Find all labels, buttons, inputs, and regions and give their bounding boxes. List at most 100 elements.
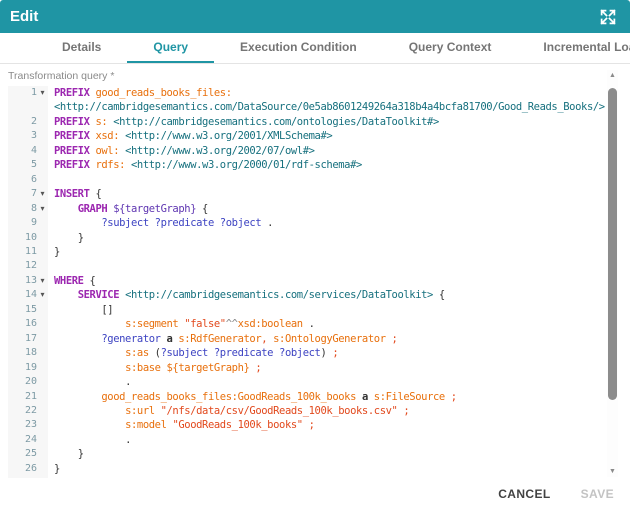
- line-number: 5: [31, 158, 37, 172]
- tab-details[interactable]: Details: [36, 33, 127, 63]
- code-text[interactable]: .: [48, 433, 618, 447]
- code-line[interactable]: 15 []: [8, 303, 618, 317]
- tab-query[interactable]: Query: [127, 33, 214, 63]
- code-line[interactable]: 8▾ GRAPH ${targetGraph} {: [8, 202, 618, 216]
- code-line[interactable]: 14▾ SERVICE <http://cambridgesemantics.c…: [8, 288, 618, 302]
- line-number: 22: [25, 404, 37, 418]
- code-text[interactable]: }: [48, 245, 618, 259]
- line-number: 10: [25, 231, 37, 245]
- code-text[interactable]: s:as (?subject ?predicate ?object) ;: [48, 346, 618, 360]
- fold-arrow-icon[interactable]: ▾: [37, 86, 48, 100]
- tab-query-context[interactable]: Query Context: [383, 33, 518, 63]
- code-text[interactable]: }: [48, 462, 618, 476]
- gutter: 1▾: [8, 86, 48, 115]
- code-line[interactable]: 1▾PREFIX good_reads_books_files:<http://…: [8, 86, 618, 115]
- code-line[interactable]: 3 PREFIX xsd: <http://www.w3.org/2001/XML…: [8, 129, 618, 143]
- code-text[interactable]: s:base ${targetGraph} ;: [48, 361, 618, 375]
- fold-arrow-icon[interactable]: ▾: [37, 187, 48, 201]
- gutter: 13▾: [8, 274, 48, 288]
- code-text[interactable]: PREFIX good_reads_books_files:<http://ca…: [48, 86, 618, 115]
- code-text[interactable]: SERVICE <http://cambridgesemantics.com/s…: [48, 288, 618, 302]
- line-number: 23: [25, 418, 37, 432]
- gutter: 8▾: [8, 202, 48, 216]
- code-text[interactable]: WHERE {: [48, 274, 618, 288]
- transformation-query-label: Transformation query *: [8, 70, 114, 82]
- code-line[interactable]: 6: [8, 173, 618, 187]
- gutter: 23: [8, 418, 48, 432]
- line-number: 14: [25, 288, 37, 302]
- code-line[interactable]: 2PREFIX s: <http://cambridgesemantics.co…: [8, 115, 618, 129]
- code-line[interactable]: 21 good_reads_books_files:GoodReads_100k…: [8, 390, 618, 404]
- code-text[interactable]: [48, 259, 618, 273]
- code-line[interactable]: 19 s:base ${targetGraph} ;: [8, 361, 618, 375]
- code-text[interactable]: INSERT {: [48, 187, 618, 201]
- code-line[interactable]: 17 ?generator a s:RdfGenerator, s:Ontolo…: [8, 332, 618, 346]
- line-number: 3: [31, 129, 37, 143]
- code-text[interactable]: ?subject ?predicate ?object .: [48, 216, 618, 230]
- code-text[interactable]: PREFIX rdfs: <http://www.w3.org/2000/01/…: [48, 158, 618, 172]
- gutter: 6: [8, 173, 48, 187]
- code-line[interactable]: 4PREFIX owl: <http://www.w3.org/2002/07/…: [8, 144, 618, 158]
- expand-fullscreen-icon[interactable]: [599, 8, 617, 26]
- code-line[interactable]: 12: [8, 259, 618, 273]
- line-number: 25: [25, 447, 37, 461]
- tab-incremental-load[interactable]: Incremental Load: [517, 33, 630, 63]
- gutter: 5: [8, 158, 48, 172]
- scrollbar-down-arrow-icon[interactable]: ▼: [607, 466, 618, 477]
- code-text[interactable]: .: [48, 375, 618, 389]
- code-text[interactable]: }: [48, 231, 618, 245]
- code-text[interactable]: }: [48, 447, 618, 461]
- code-line[interactable]: 26}: [8, 462, 618, 476]
- code-line[interactable]: 20 .: [8, 375, 618, 389]
- code-line[interactable]: 7▾INSERT {: [8, 187, 618, 201]
- code-text[interactable]: PREFIX xsd: <http://www.w3.org/2001/XMLS…: [48, 129, 618, 143]
- code-line[interactable]: 23 s:model "GoodReads_100k_books" ;: [8, 418, 618, 432]
- code-line[interactable]: 5 PREFIX rdfs: <http://www.w3.org/2000/01…: [8, 158, 618, 172]
- transformation-query-editor[interactable]: 1▾PREFIX good_reads_books_files:<http://…: [8, 86, 618, 478]
- fold-arrow-icon[interactable]: ▾: [37, 288, 48, 302]
- tab-bar: DetailsQueryExecution ConditionQuery Con…: [0, 33, 630, 64]
- code-lines: 1▾PREFIX good_reads_books_files:<http://…: [8, 86, 618, 476]
- code-text[interactable]: []: [48, 303, 618, 317]
- code-line[interactable]: 18 s:as (?subject ?predicate ?object) ;: [8, 346, 618, 360]
- code-text[interactable]: PREFIX owl: <http://www.w3.org/2002/07/o…: [48, 144, 618, 158]
- line-number: 26: [25, 462, 37, 476]
- code-line[interactable]: 22 s:url "/nfs/data/csv/GoodReads_100k_b…: [8, 404, 618, 418]
- line-number: 11: [25, 245, 37, 259]
- gutter: 19: [8, 361, 48, 375]
- scrollbar-thumb[interactable]: [608, 88, 617, 400]
- gutter: 2: [8, 115, 48, 129]
- code-line[interactable]: 25 }: [8, 447, 618, 461]
- code-line[interactable]: 10 }: [8, 231, 618, 245]
- code-line[interactable]: 9 ?subject ?predicate ?object .: [8, 216, 618, 230]
- cancel-button[interactable]: CANCEL: [498, 487, 550, 501]
- code-text[interactable]: s:segment "false"^^xsd:boolean .: [48, 317, 618, 331]
- editor-vertical-scrollbar[interactable]: ▲ ▼: [607, 70, 618, 477]
- code-text[interactable]: [48, 173, 618, 187]
- code-line[interactable]: 11}: [8, 245, 618, 259]
- dialog-title: Edit: [10, 8, 599, 25]
- line-number: 12: [25, 259, 37, 273]
- save-button[interactable]: SAVE: [581, 487, 614, 501]
- fold-arrow-icon[interactable]: ▾: [37, 274, 48, 288]
- code-text[interactable]: good_reads_books_files:GoodReads_100k_bo…: [48, 390, 618, 404]
- line-number: 24: [25, 433, 37, 447]
- gutter: 15: [8, 303, 48, 317]
- code-text[interactable]: PREFIX s: <http://cambridgesemantics.com…: [48, 115, 618, 129]
- gutter: 10: [8, 231, 48, 245]
- code-text[interactable]: s:url "/nfs/data/csv/GoodReads_100k_book…: [48, 404, 618, 418]
- code-text[interactable]: GRAPH ${targetGraph} {: [48, 202, 618, 216]
- scrollbar-up-arrow-icon[interactable]: ▲: [607, 70, 618, 81]
- code-line[interactable]: 16 s:segment "false"^^xsd:boolean .: [8, 317, 618, 331]
- code-line[interactable]: 13▾WHERE {: [8, 274, 618, 288]
- gutter: 14▾: [8, 288, 48, 302]
- gutter: 26: [8, 462, 48, 476]
- code-text[interactable]: s:model "GoodReads_100k_books" ;: [48, 418, 618, 432]
- code-line[interactable]: 24 .: [8, 433, 618, 447]
- tab-execution-condition[interactable]: Execution Condition: [214, 33, 383, 63]
- line-number: 6: [31, 173, 37, 187]
- code-text[interactable]: ?generator a s:RdfGenerator, s:OntologyG…: [48, 332, 618, 346]
- fold-arrow-icon[interactable]: ▾: [37, 202, 48, 216]
- line-number: 13: [25, 274, 37, 288]
- gutter: 7▾: [8, 187, 48, 201]
